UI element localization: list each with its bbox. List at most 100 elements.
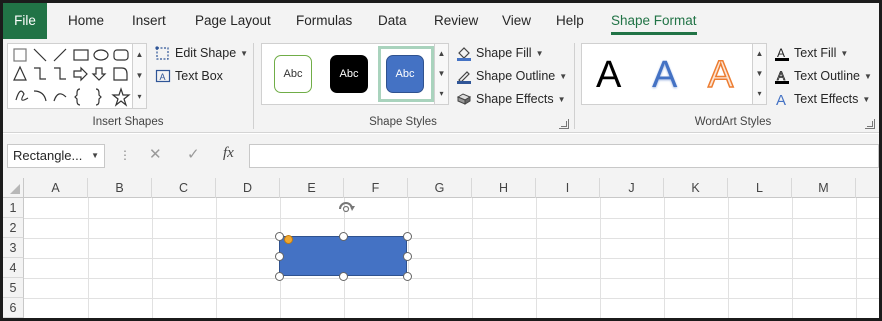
- resize-handle-bottom[interactable]: [339, 272, 348, 281]
- wordart-orange-sample[interactable]: A: [707, 53, 734, 97]
- chevron-down-icon[interactable]: ▼: [91, 145, 99, 167]
- scroll-down-icon[interactable]: ▼: [435, 64, 448, 84]
- resize-handle-bottom-left[interactable]: [275, 272, 284, 281]
- right-arrow-shape-icon: [73, 66, 88, 82]
- adjustment-handle[interactable]: [284, 235, 293, 244]
- column-header[interactable]: B: [88, 178, 152, 198]
- wordart-styles-group-label: WordArt Styles: [694, 116, 772, 128]
- text-outline-label: Text Outline: [794, 69, 861, 83]
- resize-handle-top[interactable]: [339, 232, 348, 241]
- column-header[interactable]: J: [600, 178, 664, 198]
- row-header[interactable]: 1: [3, 198, 24, 218]
- resize-handle-left[interactable]: [275, 252, 284, 261]
- paint-bucket-icon: [457, 47, 471, 61]
- select-all-triangle-icon: [10, 184, 20, 194]
- style-fill-black[interactable]: Abc: [330, 55, 368, 93]
- tab-home[interactable]: Home: [68, 3, 104, 39]
- text-box-button[interactable]: A Text Box: [155, 68, 223, 84]
- tab-insert[interactable]: Insert: [132, 3, 166, 39]
- selected-rectangle-shape[interactable]: [279, 236, 407, 276]
- resize-handle-top-left[interactable]: [275, 232, 284, 241]
- resize-handle-right[interactable]: [403, 252, 412, 261]
- column-header[interactable]: A: [24, 178, 88, 198]
- shape-effects-button[interactable]: Shape Effects ▼: [456, 91, 566, 107]
- chevron-down-icon: ▼: [559, 71, 568, 81]
- shape-fill-button[interactable]: Shape Fill ▼: [456, 45, 544, 61]
- text-box-label: Text Box: [175, 69, 223, 83]
- gallery-more-icon[interactable]: ▾: [435, 84, 448, 104]
- text-outline-button[interactable]: A Text Outline ▼: [774, 68, 872, 84]
- name-box-value: Rectangle...: [13, 148, 83, 163]
- shapes-gallery-icons[interactable]: [10, 45, 134, 109]
- group-separator: [253, 43, 254, 129]
- style-fill-blue[interactable]: Abc: [386, 55, 424, 93]
- text-effects-label: Text Effects: [794, 92, 859, 106]
- wordart-black-sample[interactable]: A: [596, 54, 621, 97]
- rounded-rectangle-shape-icon: [113, 49, 129, 61]
- scroll-up-icon[interactable]: ▲: [435, 44, 448, 64]
- column-header[interactable]: L: [728, 178, 792, 198]
- text-fill-button[interactable]: A Text Fill ▼: [774, 45, 848, 61]
- edit-shape-button[interactable]: Edit Shape ▼: [155, 45, 248, 61]
- tab-formulas[interactable]: Formulas: [296, 3, 352, 39]
- edit-shape-label: Edit Shape: [175, 46, 237, 60]
- text-effects-icon: A: [776, 92, 786, 107]
- oval-shape-icon: [93, 49, 109, 61]
- column-header[interactable]: I: [536, 178, 600, 198]
- row-header[interactable]: 2: [3, 218, 24, 238]
- gridline: [24, 238, 879, 239]
- row-header[interactable]: 6: [3, 298, 24, 318]
- scroll-up-icon[interactable]: ▲: [753, 44, 766, 64]
- shape-effects-icon: [456, 93, 472, 105]
- column-header[interactable]: M: [792, 178, 856, 198]
- gallery-more-icon[interactable]: ▾: [753, 84, 766, 104]
- tab-shape-format[interactable]: Shape Format: [611, 3, 697, 39]
- gallery-more-icon[interactable]: ▾: [133, 86, 146, 107]
- worksheet-grid: A B C D E F G H I J K L M 1 2 3 4 5 6: [3, 178, 879, 318]
- row-header[interactable]: 3: [3, 238, 24, 258]
- column-header[interactable]: H: [472, 178, 536, 198]
- row-header[interactable]: 5: [3, 278, 24, 298]
- flowchart-shape-icon: [113, 67, 128, 81]
- row-header[interactable]: 4: [3, 258, 24, 278]
- tab-help[interactable]: Help: [556, 3, 584, 39]
- scroll-down-icon[interactable]: ▼: [753, 64, 766, 84]
- shape-outline-button[interactable]: Shape Outline ▼: [456, 68, 567, 84]
- column-header[interactable]: G: [408, 178, 472, 198]
- column-header[interactable]: D: [216, 178, 280, 198]
- shape-styles-gallery: Abc Abc Abc ▲ ▼ ▾: [261, 43, 449, 105]
- pen-outline-icon: [457, 71, 471, 84]
- tab-page-layout[interactable]: Page Layout: [195, 3, 271, 39]
- more-dots-icon[interactable]: ⋮: [119, 148, 131, 162]
- wordart-styles-scroll[interactable]: ▲ ▼ ▾: [752, 44, 766, 104]
- enter-icon[interactable]: ✓: [187, 145, 200, 163]
- text-fill-label: Text Fill: [794, 46, 837, 60]
- triangle-shape-icon: [13, 65, 27, 81]
- tab-file[interactable]: File: [3, 3, 47, 39]
- wordart-styles-dialog-launcher-icon[interactable]: [865, 119, 875, 129]
- tab-data[interactable]: Data: [378, 3, 407, 39]
- cancel-icon[interactable]: ✕: [149, 145, 162, 163]
- tab-view[interactable]: View: [502, 3, 531, 39]
- tab-review[interactable]: Review: [434, 3, 478, 39]
- insert-function-icon[interactable]: fx: [223, 145, 234, 162]
- formula-input[interactable]: [249, 144, 879, 168]
- scroll-up-icon[interactable]: ▲: [133, 44, 146, 65]
- scroll-down-icon[interactable]: ▼: [133, 65, 146, 86]
- resize-handle-top-right[interactable]: [403, 232, 412, 241]
- column-header[interactable]: C: [152, 178, 216, 198]
- select-all-corner[interactable]: [3, 178, 24, 198]
- wordart-blue-sample[interactable]: A: [652, 54, 677, 97]
- shape-styles-group-label: Shape Styles: [369, 116, 437, 128]
- gridline: [24, 218, 879, 219]
- style-outline-green[interactable]: Abc: [274, 55, 312, 93]
- chevron-down-icon: ▼: [557, 94, 566, 104]
- rotate-handle-icon[interactable]: [333, 195, 359, 215]
- name-box[interactable]: Rectangle... ▼: [7, 144, 105, 168]
- shapes-gallery-scroll[interactable]: ▲ ▼ ▾: [132, 44, 146, 108]
- shape-styles-scroll[interactable]: ▲ ▼ ▾: [434, 44, 448, 104]
- shape-styles-dialog-launcher-icon[interactable]: [559, 119, 569, 129]
- text-effects-button[interactable]: A Text Effects ▼: [774, 91, 870, 107]
- resize-handle-bottom-right[interactable]: [403, 272, 412, 281]
- column-header[interactable]: K: [664, 178, 728, 198]
